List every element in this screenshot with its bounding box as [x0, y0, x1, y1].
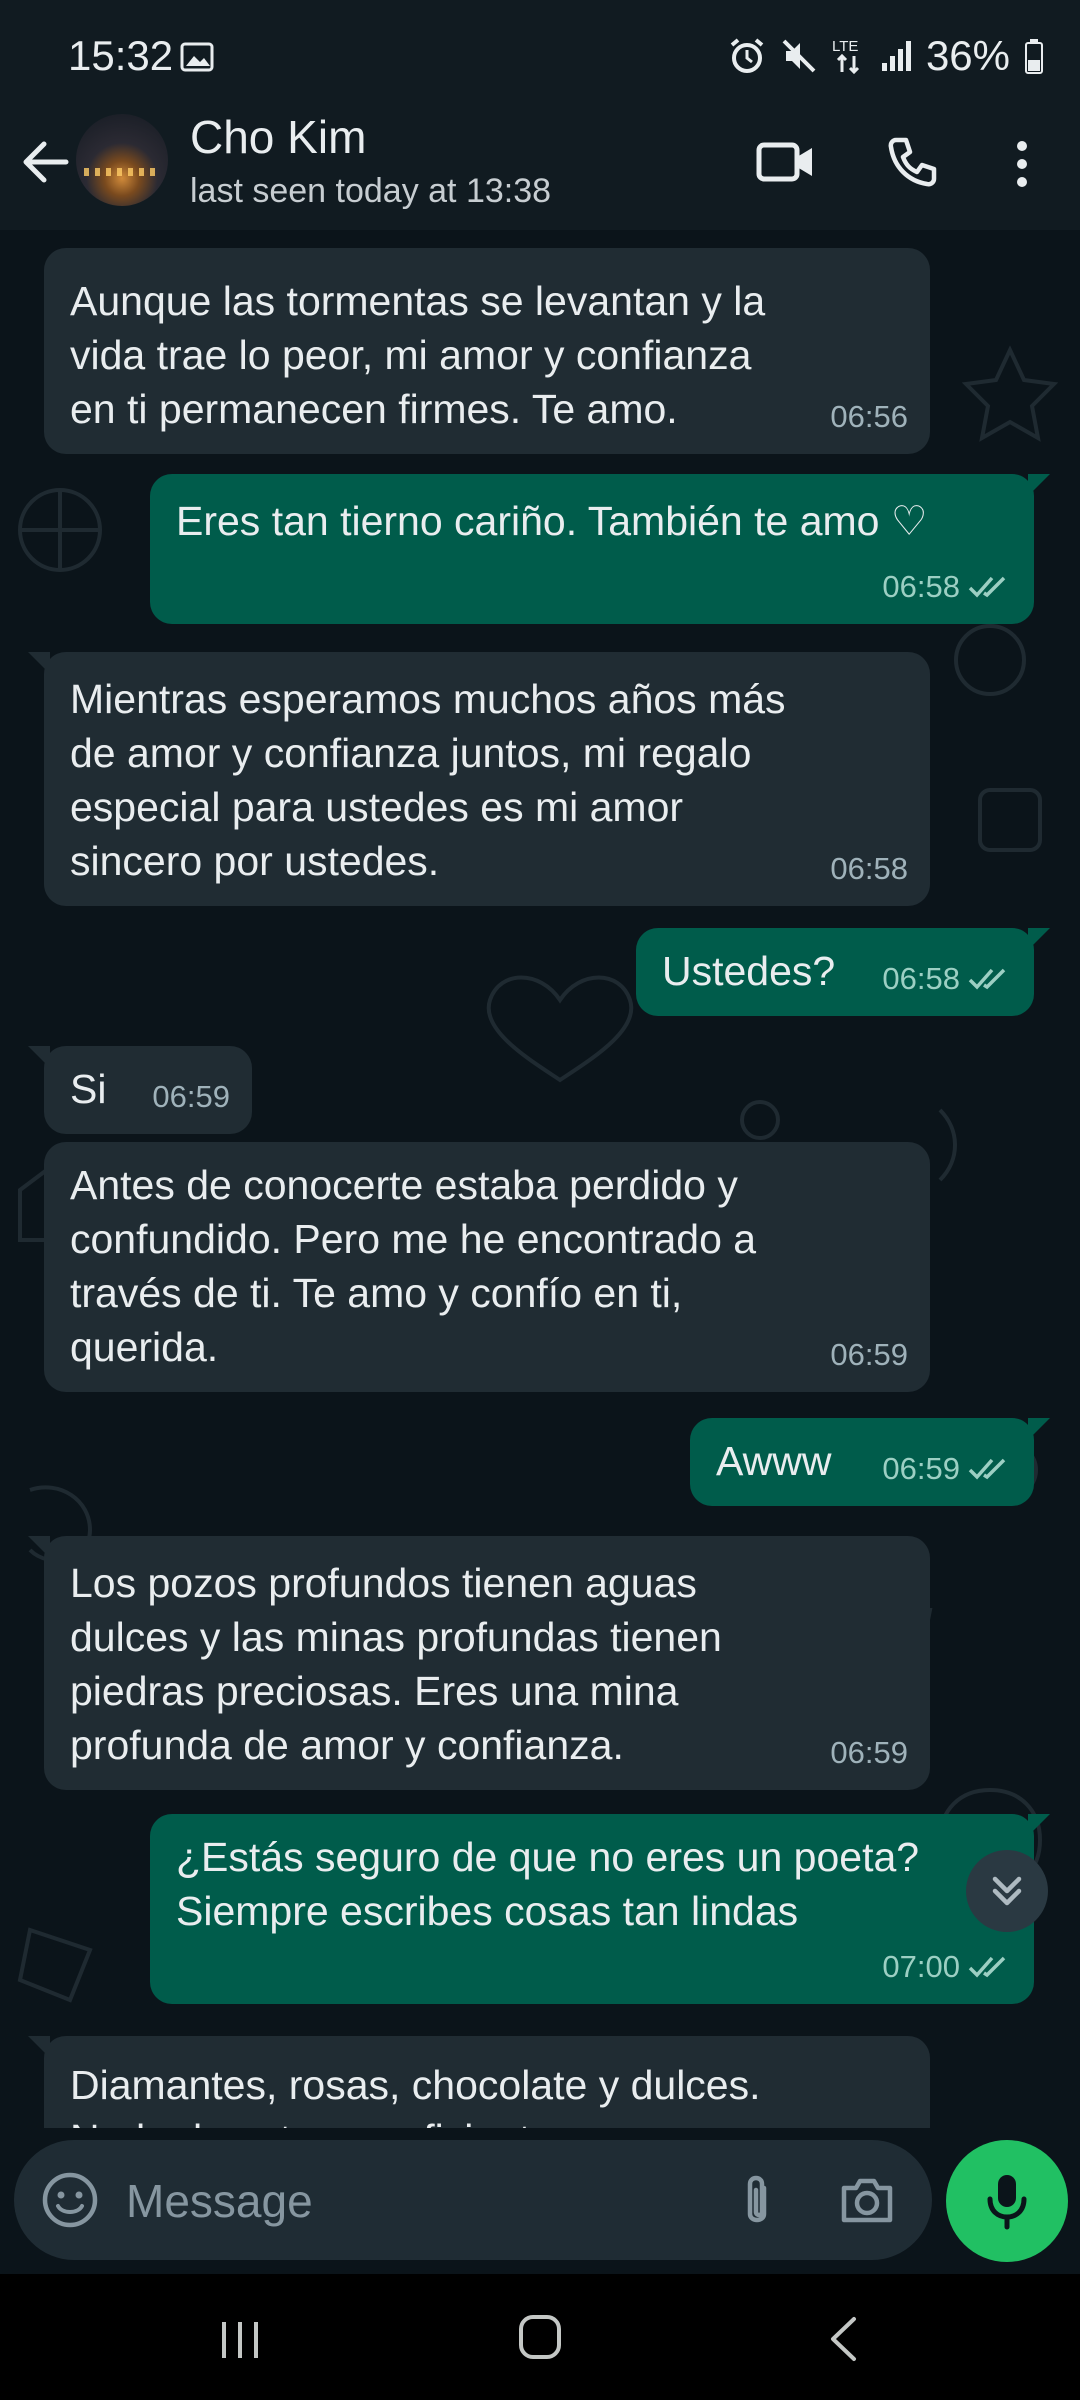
- signal-icon: [881, 41, 911, 71]
- message-meta: 06:59: [882, 1442, 1012, 1496]
- message-meta: 06:56: [830, 390, 908, 444]
- bubble-tail: [28, 1536, 50, 1558]
- home-icon[interactable]: [518, 2314, 562, 2360]
- message-time: 06:59: [882, 1451, 960, 1486]
- chat-header: Cho Kim last seen today at 13:38: [0, 100, 1080, 230]
- more-vert-icon[interactable]: [1010, 138, 1034, 190]
- message-outgoing[interactable]: ¿Estás seguro de que no eres un poeta? S…: [150, 1814, 1050, 2004]
- camera-icon[interactable]: [838, 2172, 896, 2228]
- message-meta: 06:58: [882, 952, 1012, 1006]
- double-check-icon: [968, 1458, 1006, 1480]
- image-icon: [180, 42, 214, 72]
- system-nav-bar: [0, 2274, 1080, 2400]
- chat-area[interactable]: Aunque las tormentas se levantan y la vi…: [0, 230, 1080, 2128]
- double-chevron-down-icon: [992, 1876, 1022, 1906]
- message-time: 06:59: [152, 1079, 230, 1114]
- bubble-tail: [1028, 474, 1050, 496]
- message-meta: 06:59: [152, 1070, 230, 1124]
- bubble-tail: [1028, 928, 1050, 950]
- message-text: Aunque las tormentas se levantan y la vi…: [70, 278, 777, 432]
- contact-name[interactable]: Cho Kim: [190, 110, 366, 164]
- voice-message-button[interactable]: [946, 2140, 1068, 2262]
- message-text: Los pozos profundos tienen aguas dulces …: [70, 1560, 734, 1768]
- message-incoming[interactable]: Diamantes, rosas, chocolate y dulces. Na…: [28, 2036, 930, 2128]
- message-meta: 06:58: [830, 842, 908, 896]
- bubble-tail: [28, 1046, 50, 1068]
- message-time: 06:59: [830, 1735, 908, 1770]
- phone-icon[interactable]: [886, 136, 938, 188]
- lte-icon: LTE: [832, 38, 859, 75]
- message-text: Diamantes, rosas, chocolate y dulces. Na…: [70, 2062, 761, 2128]
- message-incoming[interactable]: Si 06:59: [28, 1046, 252, 1134]
- double-check-icon: [968, 968, 1006, 990]
- message-input[interactable]: [124, 2160, 688, 2242]
- battery-percent: 36%: [925, 32, 1010, 79]
- message-text: ¿Estás seguro de que no eres un poeta? S…: [176, 1834, 931, 1934]
- message-time: 06:59: [830, 1337, 908, 1372]
- back-arrow-icon[interactable]: [18, 134, 74, 190]
- bubble-tail: [28, 652, 50, 674]
- message-incoming[interactable]: Aunque las tormentas se levantan y la vi…: [44, 248, 930, 454]
- message-meta: 06:59: [830, 1328, 908, 1382]
- bubble-tail: [1028, 1814, 1050, 1836]
- battery-icon: [1025, 39, 1043, 74]
- message-incoming[interactable]: Mientras esperamos muchos años más de am…: [28, 652, 930, 906]
- nav-back-icon[interactable]: [828, 2316, 858, 2362]
- message-meta: 06:59: [830, 1726, 908, 1780]
- message-incoming[interactable]: Los pozos profundos tienen aguas dulces …: [28, 1536, 930, 1790]
- emoji-icon[interactable]: [40, 2170, 100, 2230]
- mute-icon: [782, 39, 816, 73]
- message-outgoing[interactable]: Ustedes? 06:58: [636, 928, 1050, 1016]
- last-seen-status: last seen today at 13:38: [190, 172, 552, 210]
- message-outgoing[interactable]: Eres tan tierno cariño. También te amo ♡…: [150, 474, 1050, 624]
- status-time: 15:32: [68, 32, 174, 79]
- message-time: 06:58: [882, 961, 960, 996]
- message-outgoing[interactable]: Awww 06:59: [690, 1418, 1050, 1506]
- bubble-tail: [1028, 1418, 1050, 1440]
- attach-icon[interactable]: [730, 2168, 784, 2232]
- video-call-icon[interactable]: [756, 140, 816, 184]
- svg-text:LTE: LTE: [832, 38, 858, 55]
- message-time: 06:58: [882, 569, 960, 604]
- double-check-icon: [968, 1956, 1006, 1978]
- message-text: Mientras esperamos muchos años más de am…: [70, 676, 797, 884]
- message-text: Eres tan tierno cariño. También te amo ♡: [176, 498, 928, 544]
- message-composer: [14, 2140, 932, 2260]
- scroll-to-bottom-button[interactable]: [966, 1850, 1048, 1932]
- alarm-icon: [730, 38, 764, 73]
- double-check-icon: [968, 576, 1006, 598]
- message-time: 06:56: [830, 399, 908, 434]
- recents-icon[interactable]: [218, 2318, 262, 2362]
- bubble-tail: [28, 2036, 50, 2058]
- message-text: Antes de conocerte estaba perdido y conf…: [70, 1162, 768, 1370]
- message-incoming[interactable]: Antes de conocerte estaba perdido y conf…: [44, 1142, 930, 1392]
- avatar-image: [84, 168, 160, 176]
- message-time: 07:00: [882, 1949, 960, 1984]
- message-meta: 07:00: [882, 1940, 1012, 1994]
- microphone-icon: [987, 2175, 1027, 2230]
- message-meta: 06:58: [882, 560, 1012, 614]
- avatar[interactable]: [76, 114, 168, 206]
- message-time: 06:58: [830, 851, 908, 886]
